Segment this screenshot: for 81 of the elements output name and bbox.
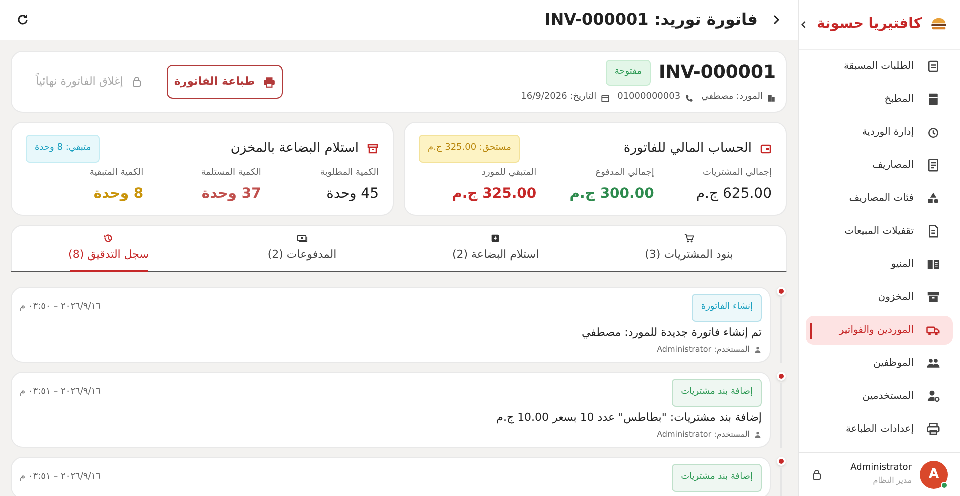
refresh-button[interactable] [16, 13, 30, 27]
user-icon [754, 346, 762, 354]
event-message: تم إنشاء فاتورة جديدة للمورد: مصطفي [580, 324, 762, 341]
event-tag: إنشاء الفاتورة [692, 294, 762, 322]
event-time: ٢٠٢٦/٩/١٦ – ٠٣:٥٠ م [20, 301, 101, 314]
phone-icon [684, 94, 694, 102]
sidebar-item[interactable]: الطلبات المسبقة [806, 52, 953, 81]
stat-value: 45 وحدة [326, 185, 379, 204]
burger-icon [930, 16, 948, 32]
invoice-date: التاريخ: 16/9/2026 [521, 91, 597, 104]
event-tag: إضافة بند مشتريات [672, 464, 762, 492]
stat-value: 325.00 ج.م [451, 185, 537, 204]
refresh-icon [16, 13, 30, 27]
cash-icon [296, 233, 308, 244]
wallet-icon [760, 142, 772, 155]
stat-label: الكمية المطلوبة [319, 166, 379, 180]
people-icon [926, 356, 941, 371]
sidebar-item[interactable]: المستخدمين [806, 382, 953, 411]
history-icon [103, 233, 114, 244]
sidebar-item[interactable]: إعدادات الطباعة [806, 415, 953, 444]
tab[interactable]: بنود المشتريات (3) [592, 226, 786, 271]
avatar: A [920, 460, 948, 488]
clock-icon [926, 125, 941, 140]
sidebar-item[interactable]: المصاريف [806, 151, 953, 180]
cart-icon [684, 233, 695, 244]
stat-value: 8 وحدة [92, 185, 144, 204]
status-badge: مفتوحة [606, 60, 651, 86]
event-tag: إضافة بند مشتريات [672, 379, 762, 406]
sidebar-item[interactable]: المطبخ [806, 85, 953, 114]
sidebar-item[interactable]: المخزون [806, 283, 953, 312]
invoice-number: INV-000001 [659, 61, 776, 86]
receipt-icon [926, 158, 941, 173]
sidebar-item[interactable]: الموردين والفواتير [806, 316, 953, 345]
card-title: الحساب المالي للفاتورة [624, 140, 752, 158]
printer-icon [926, 422, 941, 437]
stat-label: إجمالي المشتريات [702, 166, 772, 180]
book-icon [926, 257, 941, 272]
event-message: إضافة بند مشتريات: "بطاطس" عدد 10 بسعر 10.00 ج.م [496, 410, 762, 426]
user-name: Administrator [850, 462, 912, 475]
document-icon [926, 224, 941, 239]
event-user: المستخدم: Administrator [657, 429, 750, 441]
stat-label: المتبقي للمورد [480, 166, 537, 180]
archive-icon [367, 142, 379, 155]
kitchen-icon [926, 92, 941, 107]
stat-label: إجمالي المدفوع [594, 166, 654, 180]
card-title: استلام البضاعة بالمخزن [230, 140, 359, 158]
event-time: ٢٠٢٦/٩/١٦ – ٠٣:٥١ م [20, 471, 101, 484]
sidebar-item[interactable]: الموظفين [806, 349, 953, 378]
tab[interactable]: المدفوعات (2) [206, 226, 399, 271]
stat-label: الكمية المستلمة [200, 166, 262, 180]
balance-badge: مستحق: 325.00 ج.م [419, 135, 520, 162]
stat-value: 37 وحدة [200, 185, 262, 204]
user-role: مدير النظام [872, 475, 912, 488]
user-gear-icon [926, 389, 941, 404]
tab[interactable]: سجل التدقيق (8) [12, 226, 206, 271]
box-icon [490, 233, 502, 244]
print-invoice-button[interactable]: طباعة الفاتورة [167, 65, 284, 99]
balance-badge: متبقي: 8 وحدة [26, 135, 100, 162]
archive-icon [926, 290, 941, 305]
sidebar-item[interactable]: إدارة الوردية [806, 118, 953, 147]
page-title: فاتورة توريد: INV-000001 [544, 9, 758, 31]
stat-value: 625.00 ج.م [695, 185, 772, 204]
shapes-icon [926, 191, 941, 206]
supplier-phone: 01000000003 [618, 91, 681, 104]
printer-icon [263, 76, 276, 88]
lock-icon [131, 76, 144, 88]
sidebar-item[interactable]: تقفيلات المبيعات [806, 217, 953, 246]
event-user: المستخدم: Administrator [657, 344, 750, 356]
tab[interactable]: استلام البضاعة (2) [399, 226, 592, 271]
user-icon [754, 431, 762, 439]
building-icon [767, 94, 776, 102]
sidebar-item[interactable]: المنيو [806, 250, 953, 279]
list-icon [926, 59, 941, 74]
stat-value: 300.00 ج.م [568, 185, 654, 204]
brand-name: كافتيريا حسونة [817, 15, 922, 34]
stat-label: الكمية المتبقية [88, 166, 144, 180]
event-time: ٢٠٢٦/٩/١٦ – ٠٣:٥١ م [20, 386, 101, 399]
calendar-icon [600, 94, 610, 102]
sidebar-item[interactable]: فئات المصاريف [806, 184, 953, 213]
lock-icon [811, 468, 823, 480]
supplier-name: المورد: مصطفي [702, 91, 763, 104]
